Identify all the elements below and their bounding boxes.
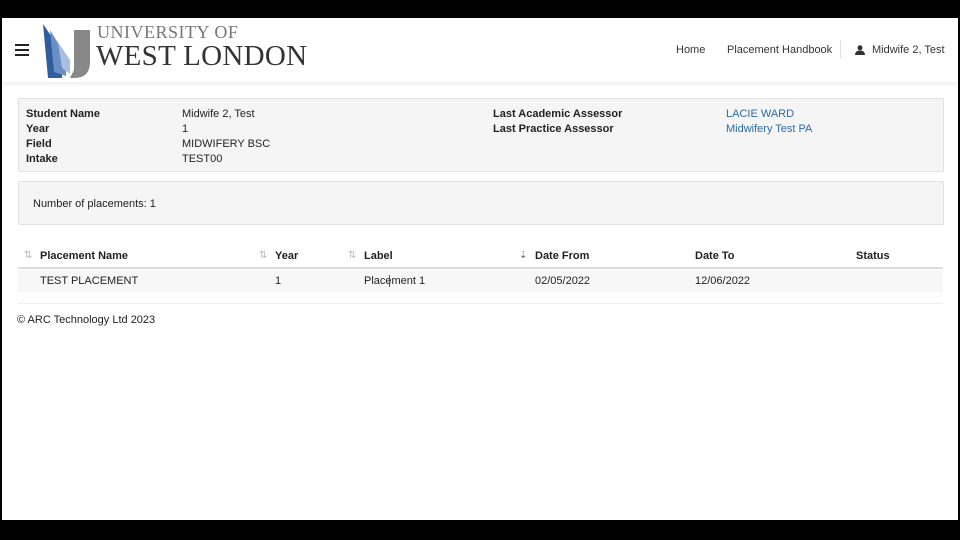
placement-count-panel: Number of placements: 1 — [18, 181, 944, 225]
field-value: MIDWIFERY BSC — [182, 138, 271, 150]
nav-divider — [840, 40, 841, 58]
user-menu-name[interactable]: Midwife 2, Test — [872, 44, 945, 56]
academic-assessor-link[interactable]: LACIE WARD — [726, 108, 794, 120]
footer-copyright: © ARC Technology Ltd 2023 — [17, 314, 156, 326]
student-summary-panel: Student Name Midwife 2, Test Year 1 Fiel… — [18, 98, 944, 172]
sort-year-icon[interactable]: ⇅ — [259, 250, 267, 261]
column-header-status[interactable]: Status — [856, 250, 890, 262]
nav-placement-handbook-link[interactable]: Placement Handbook — [727, 44, 832, 56]
practice-assessor-link[interactable]: Midwifery Test PA — [726, 123, 812, 135]
university-logo-icon[interactable] — [40, 22, 92, 78]
field-label: Field — [26, 138, 52, 150]
practice-assessor-label: Last Practice Assessor — [493, 123, 614, 135]
placement-date-from-cell: 02/05/2022 — [535, 275, 591, 287]
nav-home-link[interactable]: Home — [676, 44, 705, 56]
academic-assessor-label: Last Academic Assessor — [493, 108, 623, 120]
table-row[interactable] — [18, 270, 943, 292]
column-header-date-from[interactable]: Date From — [535, 250, 589, 262]
student-name-label: Student Name — [26, 108, 100, 120]
top-navbar: UNIVERSITY OF WEST LONDON Home Placement… — [2, 18, 958, 82]
sort-label-icon[interactable]: ⇅ — [348, 250, 356, 261]
logo-text-west-london: WEST LONDON — [96, 40, 308, 72]
column-header-date-to[interactable]: Date To — [695, 250, 735, 262]
footer-divider — [18, 303, 943, 304]
year-value: 1 — [182, 123, 189, 135]
year-label: Year — [26, 123, 50, 135]
table-header-divider — [18, 267, 943, 269]
placement-year-cell: 1 — [275, 275, 282, 287]
column-header-label[interactable]: Label — [364, 250, 393, 262]
column-header-year[interactable]: Year — [275, 250, 298, 262]
placement-count-text: Number of placements: 1 — [33, 198, 156, 210]
intake-value: TEST00 — [182, 153, 223, 165]
student-name-value: Midwife 2, Test — [182, 108, 255, 120]
sort-date-from-icon[interactable]: ⇣ — [519, 250, 527, 261]
placement-date-to-cell: 12/06/2022 — [695, 275, 751, 287]
user-icon[interactable] — [855, 45, 865, 55]
placement-label-cell: Placement 1 — [364, 275, 426, 287]
app-screen: UNIVERSITY OF WEST LONDON Home Placement… — [2, 18, 958, 520]
intake-label: Intake — [26, 153, 58, 165]
sort-placement-name-icon[interactable]: ⇅ — [24, 250, 32, 261]
placement-name-link[interactable]: TEST PLACEMENT — [40, 275, 138, 287]
column-header-placement-name[interactable]: Placement Name — [40, 250, 128, 262]
text-cursor — [389, 275, 390, 287]
hamburger-menu-icon[interactable] — [15, 44, 29, 56]
